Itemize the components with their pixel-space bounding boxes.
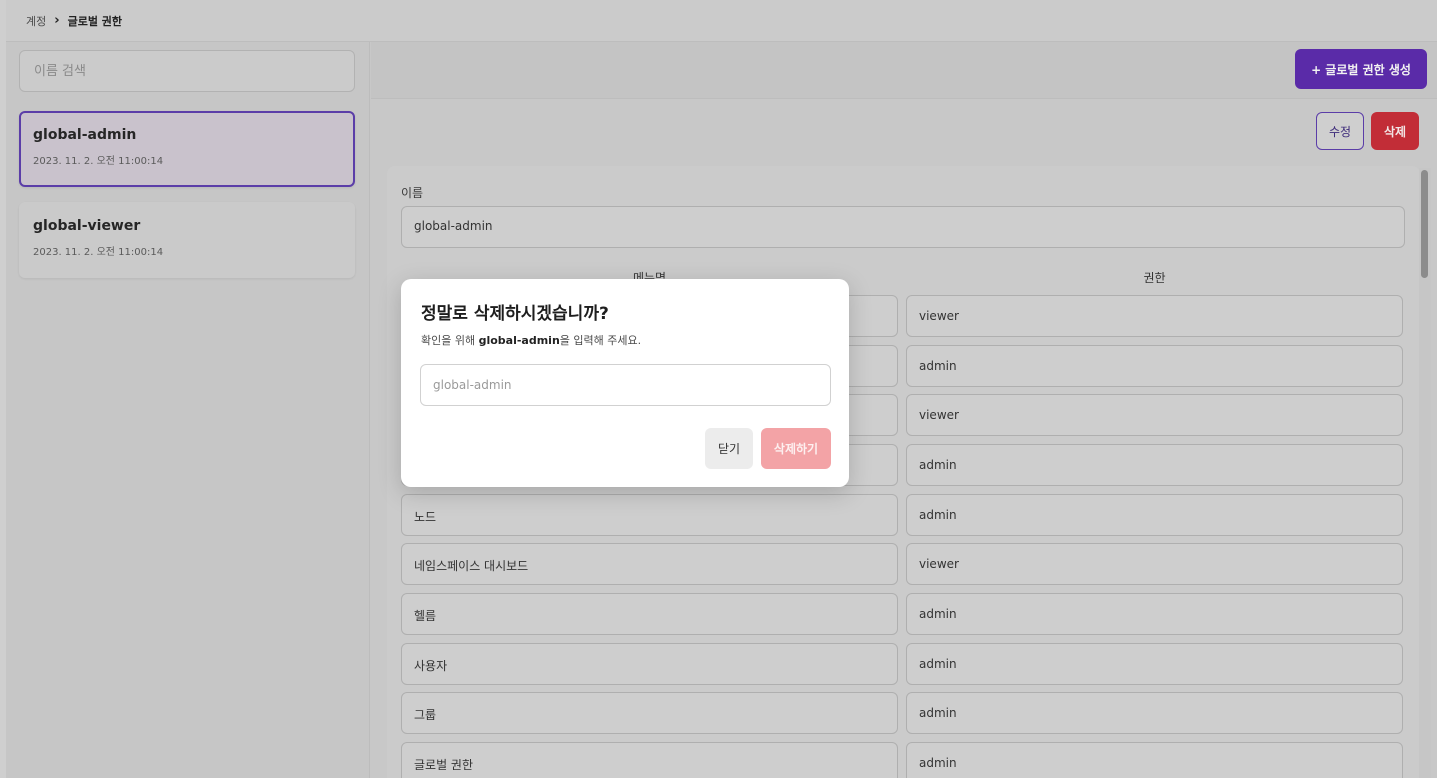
- dialog-description-suffix: 을 입력해 주세요.: [559, 334, 642, 347]
- confirm-delete-button[interactable]: 삭제하기: [761, 428, 831, 469]
- menu-cell: 노드: [401, 494, 898, 536]
- breadcrumb-current: 글로벌 권한: [67, 14, 123, 28]
- permission-cell: admin: [906, 444, 1403, 486]
- role-card-global-viewer[interactable]: global-viewer 2023. 11. 2. 오전 11:00:14: [19, 202, 355, 278]
- edit-button[interactable]: 수정: [1316, 112, 1364, 150]
- menu-cell: 헬름: [401, 593, 898, 635]
- confirm-name-input[interactable]: [420, 364, 831, 406]
- permission-cell: admin: [906, 494, 1403, 536]
- dialog-description-prefix: 확인을 위해: [421, 334, 479, 347]
- menu-cell: 글로벌 권한: [401, 742, 898, 778]
- chevron-right-icon: ›: [54, 13, 60, 28]
- permission-cell: admin: [906, 593, 1403, 635]
- permission-cell: admin: [906, 643, 1403, 685]
- delete-confirm-dialog: 정말로 삭제하시겠습니까? 확인을 위해 global-admin을 입력해 주…: [401, 279, 849, 487]
- permission-cell: admin: [906, 742, 1403, 778]
- dialog-description-target: global-admin: [478, 334, 560, 347]
- breadcrumb: 계정 › 글로벌 권한: [6, 0, 1437, 42]
- menu-cell: 그룹: [401, 692, 898, 734]
- sidebar: global-admin 2023. 11. 2. 오전 11:00:14 gl…: [6, 42, 370, 778]
- main-toolbar: + 글로벌 권한 생성: [371, 42, 1437, 99]
- permission-cell: admin: [906, 692, 1403, 734]
- search-input[interactable]: [19, 50, 355, 92]
- name-label: 이름: [401, 186, 424, 200]
- role-card-date: 2023. 11. 2. 오전 11:00:14: [33, 156, 164, 167]
- create-global-role-button[interactable]: + 글로벌 권한 생성: [1295, 49, 1427, 89]
- permission-cell: viewer: [906, 394, 1403, 436]
- column-header-permission: 권한: [1143, 271, 1166, 285]
- permission-cell: viewer: [906, 543, 1403, 585]
- close-button[interactable]: 닫기: [705, 428, 753, 469]
- role-card-date: 2023. 11. 2. 오전 11:00:14: [33, 247, 164, 258]
- scrollbar-thumb[interactable]: [1421, 170, 1428, 278]
- role-card-global-admin[interactable]: global-admin 2023. 11. 2. 오전 11:00:14: [19, 111, 355, 187]
- page: 계정 › 글로벌 권한 global-admin 2023. 11. 2. 오전…: [6, 0, 1437, 778]
- breadcrumb-parent[interactable]: 계정: [26, 13, 46, 29]
- permission-cell: admin: [906, 345, 1403, 387]
- detail-scrollbar[interactable]: [1419, 168, 1431, 778]
- permission-cell: viewer: [906, 295, 1403, 337]
- menu-cell: 사용자: [401, 643, 898, 685]
- dialog-title: 정말로 삭제하시겠습니까?: [421, 304, 609, 324]
- dialog-description: 확인을 위해 global-admin을 입력해 주세요.: [421, 332, 641, 348]
- role-card-title: global-viewer: [33, 218, 141, 234]
- role-card-title: global-admin: [33, 127, 137, 143]
- delete-button[interactable]: 삭제: [1371, 112, 1419, 150]
- menu-cell: 네임스페이스 대시보드: [401, 543, 898, 585]
- name-field: global-admin: [401, 206, 1405, 248]
